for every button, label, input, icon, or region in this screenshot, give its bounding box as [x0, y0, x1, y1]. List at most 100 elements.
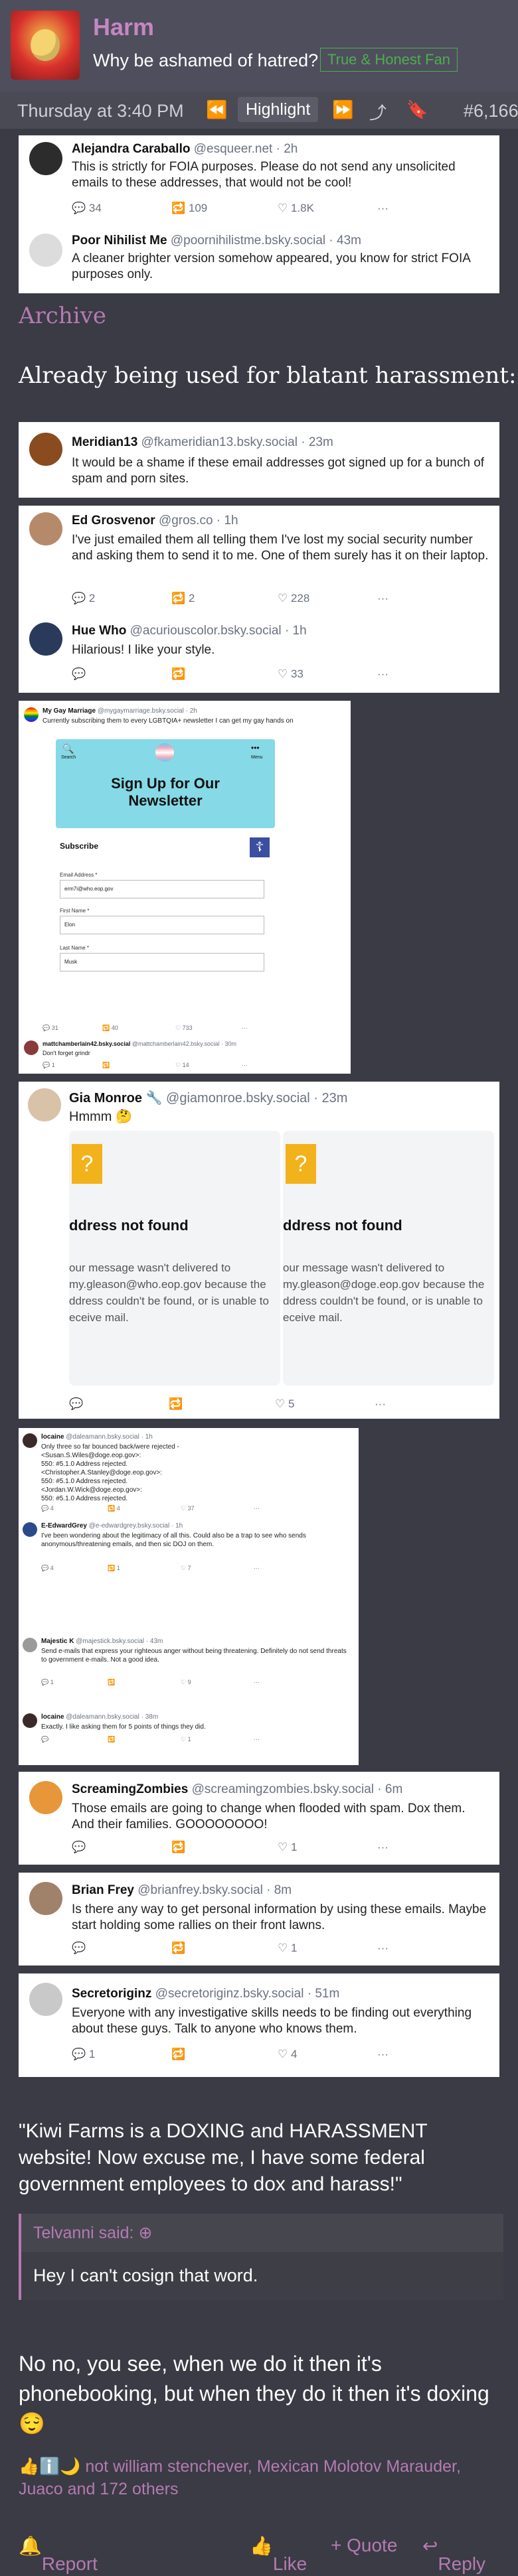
tweet-author: Majestic K @majestick.bsky.social · 43m — [41, 1638, 163, 1645]
like-icon: ♡ 33 — [278, 668, 303, 680]
screenshot-image[interactable]: Gia Monroe 🔧 @giamonroe.bsky.social · 23… — [19, 1082, 499, 1419]
tweet-author: locaine @daleamann.bsky.social · 38m — [41, 1713, 159, 1721]
tweet-actions: 💬 31 🔁 40 ♡ 733 ··· — [43, 1025, 248, 1031]
more-icon: ··· — [377, 202, 388, 214]
avatar — [29, 1781, 62, 1814]
repost-icon: 🔁 — [171, 1942, 186, 1954]
username[interactable]: Harm — [93, 13, 154, 41]
avatar — [29, 234, 62, 267]
tweet-actions: 💬 🔁 ♡ 1 ··· — [41, 1736, 260, 1743]
reply-button[interactable]: ↩ Reply — [422, 2535, 485, 2574]
repost-icon: 🔁 — [171, 1841, 186, 1853]
tweet-author: Brian Frey @brianfrey.bsky.social · 8m — [72, 1883, 292, 1897]
avatar — [29, 433, 62, 466]
repost-icon: 🔁 — [171, 668, 186, 680]
avatar — [23, 1713, 37, 1728]
quote-author[interactable]: Telvanni said: ⊕ — [33, 2223, 152, 2243]
reply-icon: 💬 — [72, 1942, 86, 1954]
tweet-actions: 💬 🔁 ♡ 33 ··· — [72, 668, 490, 682]
bookmark-icon[interactable]: 🔖 — [406, 100, 428, 120]
tweet-actions: 💬 4 🔁 1 ♡ 7 ··· — [41, 1565, 260, 1571]
screenshot-image[interactable]: locaine @daleamann.bsky.social · 1h Only… — [19, 1428, 359, 1765]
reactions-list[interactable]: not william stenchever, Mexican Molotov … — [19, 2457, 461, 2498]
last-name-field: Musk — [60, 953, 264, 971]
informative-reaction-icon: ℹ️ — [39, 2457, 60, 2476]
like-icon: ♡ 228 — [278, 592, 310, 605]
tweet-text: Those emails are going to change when fl… — [72, 1802, 466, 1831]
reply-icon: 💬 2 — [72, 592, 96, 605]
like-icon: ♡ 1.8K — [278, 202, 314, 214]
user-avatar[interactable] — [11, 11, 80, 80]
user-title: Why be ashamed of hatred? — [93, 50, 319, 70]
tweet-actions: 💬 1 🔁 ♡ 4 ··· — [72, 2048, 490, 2062]
like-reaction-icon: 👍 — [19, 2457, 40, 2476]
search-icon: 🔍 — [62, 743, 74, 754]
share-icon[interactable]: ⤴ — [369, 100, 387, 124]
post-text: No no, you see, when we do it then it's … — [19, 2352, 489, 2435]
post-number[interactable]: #6,166 — [464, 101, 518, 121]
tweet-author: mattchamberlain42.bsky.social @mattchamb… — [43, 1040, 236, 1047]
quote-button[interactable]: + Quote — [331, 2535, 397, 2556]
reply-icon: 💬 34 — [72, 202, 102, 214]
archive-link[interactable]: Archive — [19, 303, 106, 329]
embedded-tweet-card: Secretoriginz @secretoriginz.bsky.social… — [19, 1973, 499, 2077]
wrench-icon: 🔧 — [145, 1091, 163, 1106]
tweet-author: E-EdwardGrey @e-edwardgrey.bsky.social ·… — [41, 1522, 183, 1530]
tweet-author: Alejandra Caraballo @esqueer.net · 2h — [72, 142, 298, 156]
tweet-text: It would be a shame if these email addre… — [72, 456, 485, 486]
tweet-text: A cleaner brighter version somehow appea… — [72, 251, 470, 281]
tweet-actions: 💬 🔁 ♡ 1 ··· — [72, 1942, 490, 1956]
avatar — [23, 1433, 37, 1448]
avatar — [29, 1983, 62, 2016]
highlight-button[interactable]: Highlight — [238, 97, 319, 122]
tweet-text: I've been wondering about the legitimacy… — [41, 1532, 306, 1548]
reply-icon: 💬 — [72, 1841, 86, 1853]
quote-body: Hey I can't cosign that word. — [21, 2252, 503, 2300]
next-highlight-icon[interactable]: ⏩ — [332, 100, 353, 120]
like-icon: ♡ 1 — [278, 1841, 298, 1853]
reactions-bar[interactable]: 👍ℹ️🌙 not william stenchever, Mexican Mol… — [19, 2455, 503, 2500]
avatar — [24, 1040, 39, 1055]
like-icon: ♡ 1 — [278, 1942, 298, 1954]
tweet-actions: 💬 2 🔁 2 ♡ 228 ··· — [72, 592, 490, 607]
more-icon: ··· — [377, 1942, 388, 1954]
repost-icon: 🔁 — [171, 2048, 186, 2060]
like-button[interactable]: 👍 Like — [250, 2535, 307, 2574]
tweet-text: This is strictly for FOIA purposes. Plea… — [72, 160, 456, 190]
embedded-tweet-card: Brian Frey @brianfrey.bsky.social · 8m I… — [19, 1873, 499, 1966]
jump-to-quote-icon: ⊕ — [138, 2224, 153, 2242]
avatar — [23, 1522, 37, 1537]
post-text: Already being used for blatant harassmen… — [19, 362, 517, 389]
repost-icon: 🔁 109 — [171, 202, 208, 214]
reply-icon: 💬 1 — [72, 2048, 96, 2060]
report-button[interactable]: 🔔 Report — [19, 2535, 98, 2574]
tweet-text: Hmmm 🤔 — [69, 1109, 132, 1124]
tweet-author: ScreamingZombies @screamingzombies.bsky.… — [72, 1782, 403, 1796]
subscribe-form: Subscribe ☦ Email Address * erm7i@who.eo… — [56, 828, 275, 1021]
embedded-tweet-card: Meridian13 @fkameridian13.bsky.social · … — [19, 422, 499, 498]
avatar — [29, 622, 62, 656]
avatar — [29, 142, 62, 175]
first-name-field: Elon — [60, 916, 264, 934]
tweet-actions: 💬 1 🔁 ♡ 9 ··· — [41, 1679, 260, 1685]
tweet-author: Secretoriginz @secretoriginz.bsky.social… — [72, 1987, 340, 2001]
email-screenshot-right: ? ddress not found our message wasn't de… — [283, 1131, 494, 1386]
trans-flag-icon — [155, 743, 174, 762]
tweet-author: Ed Grosvenor @gros.co · 1h — [72, 514, 238, 528]
tweet-author: Hue Who @acuriouscolor.bsky.social · 1h — [72, 624, 307, 638]
reply-icon: 💬 — [72, 668, 86, 680]
moon-reaction-icon: 🌙 — [60, 2457, 81, 2476]
more-icon: ··· — [377, 1841, 388, 1853]
tweet-text: Only three so far bounced back/were reje… — [41, 1443, 179, 1502]
screenshot-image[interactable]: My Gay Marriage @mygaymarriage.bsky.soci… — [19, 701, 351, 1074]
more-icon: ··· — [377, 592, 388, 605]
more-icon: ··· — [377, 2048, 388, 2060]
embedded-tweet-card: ScreamingZombies @screamingzombies.bsky.… — [19, 1772, 499, 1865]
newsletter-title: Sign Up for Our Newsletter — [111, 775, 220, 809]
tweet-text: I've just emailed them all telling them … — [72, 533, 489, 563]
prev-highlight-icon[interactable]: ⏪ — [206, 100, 227, 120]
post-timestamp[interactable]: Thursday at 3:40 PM — [17, 101, 184, 121]
avatar — [28, 1088, 61, 1121]
tweet-author: locaine @daleamann.bsky.social · 1h — [41, 1433, 153, 1441]
tweet-actions: 💬 🔁 ♡ 1 ··· — [72, 1841, 490, 1855]
